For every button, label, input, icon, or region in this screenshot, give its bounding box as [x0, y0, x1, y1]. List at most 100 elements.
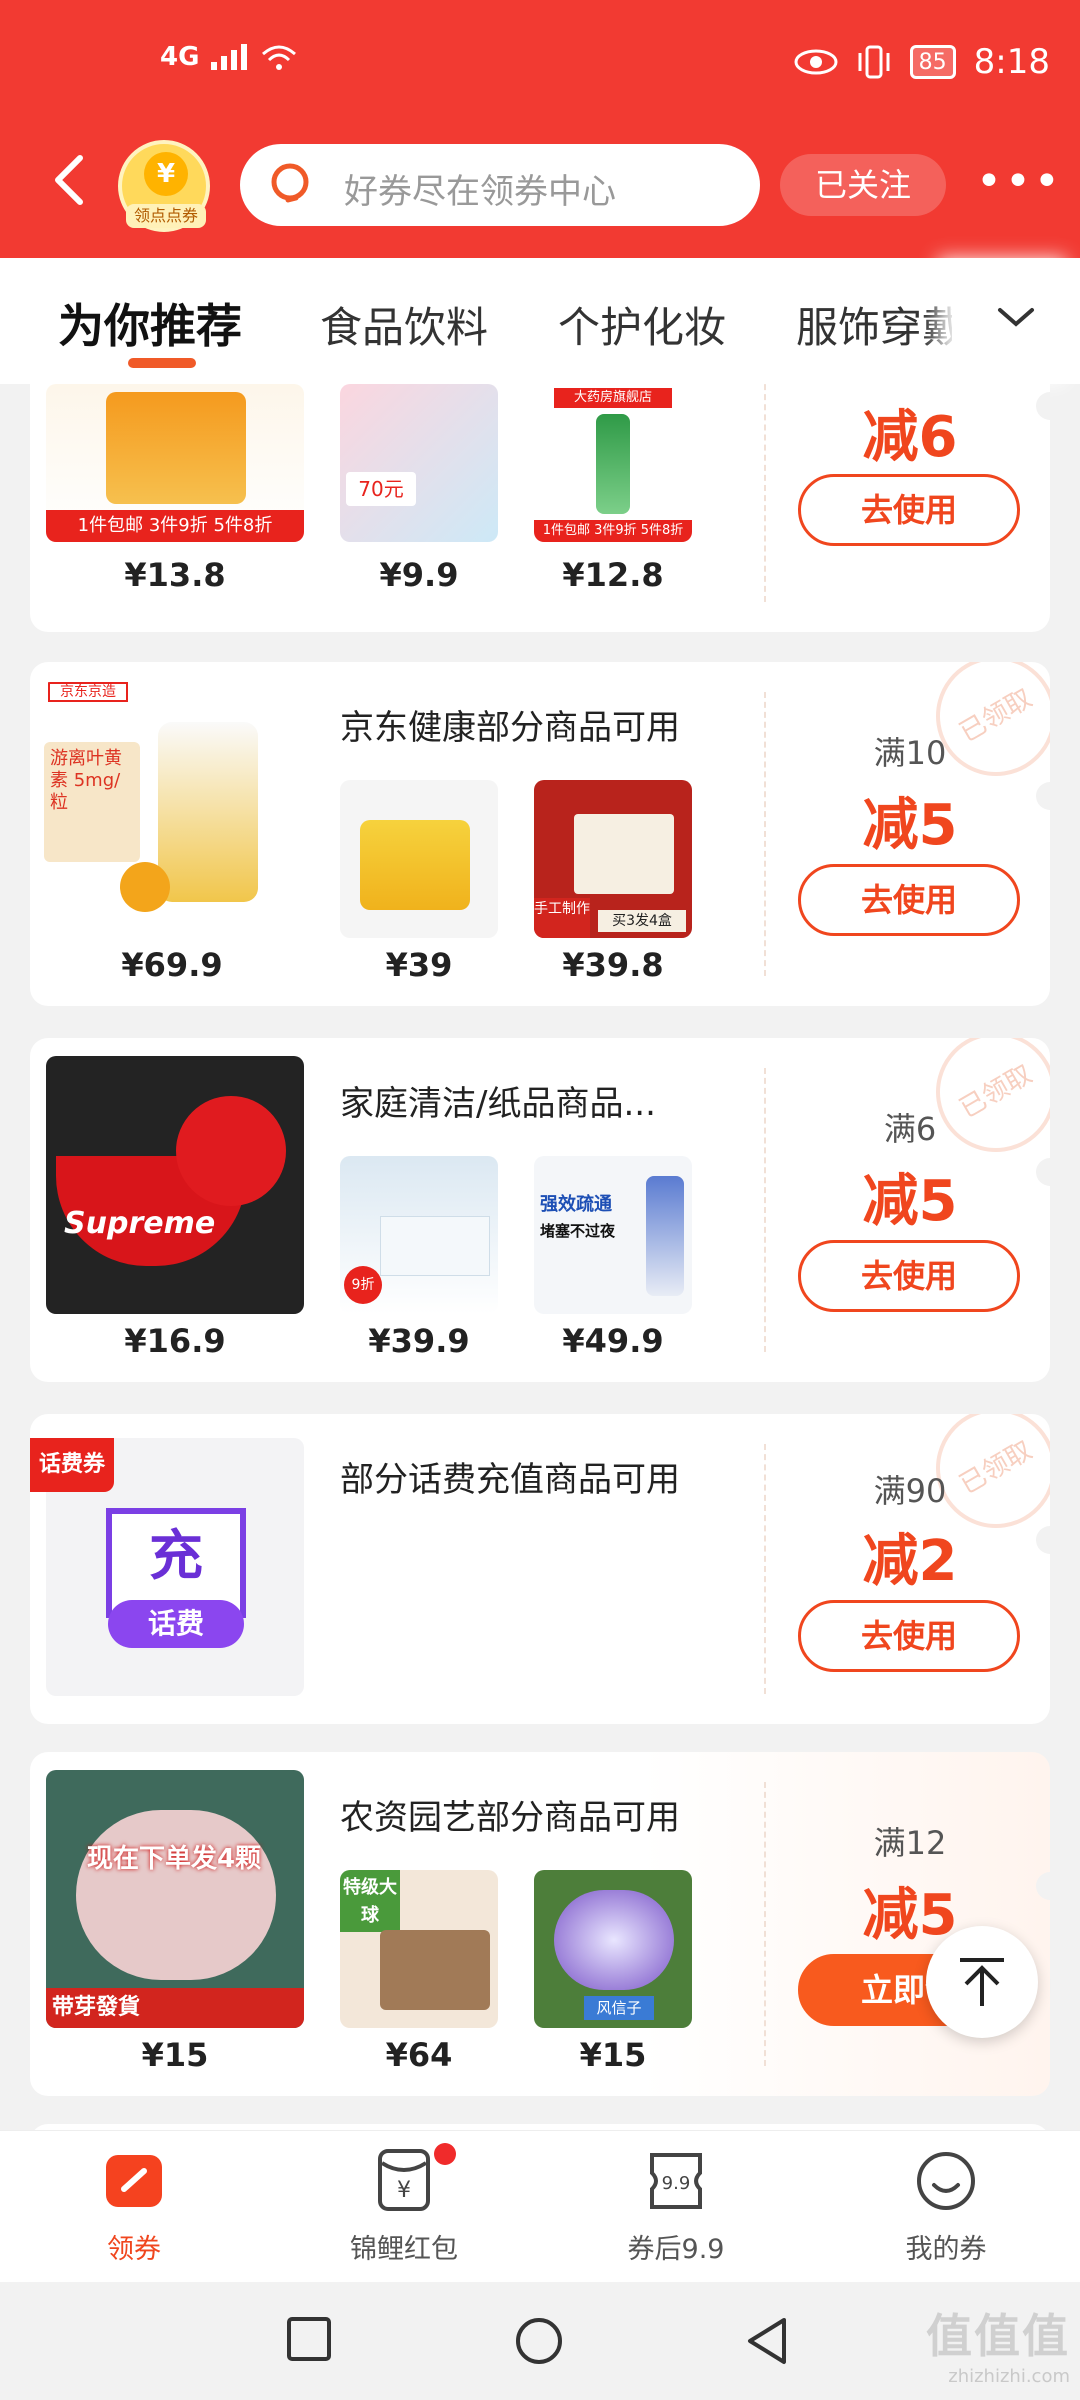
- nav-my-coupons[interactable]: 我的券: [856, 2149, 1036, 2266]
- top-bar: ¥ 领点点券 好券尽在领券中心 已关注 •••: [0, 140, 1080, 232]
- product-headline: 强效疏通: [540, 1194, 612, 1215]
- ticket-notch: [1036, 1158, 1050, 1186]
- coupon-card: 现在下单发4颗 带芽發貨 农资园艺部分商品可用 特级大球 风信子 ¥15 ¥64…: [30, 1752, 1050, 2096]
- bulbs-graphic: [76, 1810, 276, 1980]
- product-price: ¥39.9: [368, 1322, 470, 1360]
- tab-active-indicator: [128, 358, 196, 368]
- status-right: 85 8:18: [794, 42, 1050, 82]
- search-bar[interactable]: 好券尽在领券中心: [240, 144, 760, 226]
- product-image-basin[interactable]: Supreme: [46, 1056, 304, 1314]
- brand-text: Supreme: [64, 1206, 216, 1241]
- tab-recommended[interactable]: 为你推荐: [58, 290, 242, 356]
- nav-red-packet[interactable]: ¥ 锦鲤红包: [314, 2143, 494, 2266]
- status-bar: 4G 85 8:18: [0, 0, 1080, 130]
- chevron-down-icon: [998, 308, 1034, 327]
- coupon-discount: 减5: [862, 793, 958, 858]
- package-graphic: [360, 820, 470, 910]
- discount-badge: 9折: [344, 1266, 382, 1304]
- product-price: ¥12.8: [562, 556, 664, 594]
- arrow-up-icon: [960, 1958, 1004, 2006]
- promo-strip: 1件包邮 3件9折 5件8折: [46, 510, 304, 542]
- back-icon[interactable]: [744, 2316, 790, 2366]
- product-image-hyacinth[interactable]: 风信子: [534, 1870, 692, 2028]
- product-price: ¥9.9: [379, 556, 459, 594]
- product-price: ¥13.8: [124, 556, 226, 594]
- bottle-graphic: [646, 1176, 684, 1296]
- use-coupon-button[interactable]: 去使用: [798, 474, 1020, 546]
- notification-dot: [434, 2143, 456, 2165]
- clock: 8:18: [973, 42, 1050, 82]
- tab-personal-care[interactable]: 个护化妆: [558, 294, 726, 355]
- more-menu-icon[interactable]: •••: [976, 160, 1060, 210]
- product-image-drain-cleaner[interactable]: 强效疏通 堵塞不过夜: [534, 1156, 692, 1314]
- tab-food-drinks[interactable]: 食品饮料: [320, 294, 488, 355]
- back-button[interactable]: [50, 150, 110, 220]
- wifi-icon: [262, 45, 297, 70]
- product-price: ¥39.8: [562, 946, 664, 984]
- follow-button[interactable]: 已关注: [780, 154, 946, 216]
- jar-graphic: [106, 392, 246, 504]
- use-coupon-button[interactable]: 去使用: [798, 864, 1020, 936]
- ticket-notch: [1036, 1526, 1050, 1554]
- phone-credit-badge: 话费券: [30, 1438, 114, 1492]
- promo-strip: 带芽發貨: [46, 1988, 304, 2028]
- svg-text:¥: ¥: [397, 2178, 411, 2203]
- product-image-lily-bulbs[interactable]: 现在下单发4颗 带芽發貨: [46, 1770, 304, 2028]
- red-packet-icon: ¥: [372, 2143, 456, 2213]
- coupon-title: 家庭清洁/纸品商品...: [340, 1084, 656, 1124]
- coin-icon: ¥: [144, 152, 188, 196]
- product-caption: 游离叶黄素 5mg/粒: [44, 742, 140, 862]
- tabs-expand-button[interactable]: [952, 258, 1080, 384]
- tissue-graphic: [380, 1216, 490, 1276]
- watermark: 值值值 zhizhizhi.com: [926, 2300, 1070, 2387]
- card-divider: [764, 1782, 766, 2066]
- coupon-discount: 减6: [862, 405, 958, 470]
- handmade-label: 手工制作: [534, 898, 590, 938]
- chevron-left-icon: [55, 155, 83, 205]
- use-coupon-button[interactable]: 去使用: [798, 1600, 1020, 1672]
- product-image-medicine[interactable]: 大药房旗舰店 1件包邮 3件9折 5件8折: [534, 384, 692, 542]
- product-image-bulb-box[interactable]: 特级大球: [340, 1870, 498, 2028]
- network-status: 4G: [160, 42, 299, 72]
- home-icon[interactable]: [514, 2316, 564, 2366]
- price-tag-icon: 9.9: [644, 2149, 708, 2213]
- product-price: ¥39: [385, 946, 453, 984]
- nav-label: 领券: [107, 2234, 161, 2265]
- ticket-notch: [1036, 392, 1050, 420]
- watermark-logo: 值值值: [926, 2309, 1070, 2363]
- network-label: 4G: [160, 42, 200, 72]
- coupon-card: 已领取 充 话费 话费券 部分话费充值商品可用 满90 减2 去使用: [30, 1414, 1050, 1724]
- giftbox-graphic: [574, 814, 674, 894]
- product-subline: 堵塞不过夜: [540, 1222, 616, 1240]
- nav-label: 我的券: [905, 2234, 987, 2265]
- coupon-card: 已领取 Supreme 家庭清洁/纸品商品... 9折 强效疏通 堵塞不过夜 ¥…: [30, 1038, 1050, 1382]
- promo-label: 买3发4盒: [598, 910, 686, 932]
- brand-label: 京东京造: [48, 682, 128, 702]
- basin-lid-graphic: [176, 1096, 286, 1206]
- back-to-top-button[interactable]: [926, 1926, 1038, 2038]
- bottle-graphic: [596, 414, 630, 514]
- product-image-giftbox[interactable]: 手工制作 买3发4盒: [534, 780, 692, 938]
- product-image-tissue[interactable]: 9折: [340, 1156, 498, 1314]
- product-image-lutein[interactable]: 京东京造 游离叶黄素 5mg/粒: [40, 682, 304, 922]
- battery-indicator: 85: [909, 45, 956, 79]
- product-image-skincare[interactable]: 70元: [340, 384, 498, 542]
- product-price: ¥64: [385, 2036, 453, 2074]
- points-coupon-badge[interactable]: ¥ 领点点券: [118, 140, 210, 232]
- recent-apps-icon[interactable]: [286, 2316, 332, 2362]
- ticket-notch: [1036, 1872, 1050, 1900]
- coupon-condition: 满90: [873, 1472, 947, 1510]
- nav-coupons[interactable]: 领券: [44, 2149, 224, 2266]
- watermark-url: zhizhizhi.com: [948, 2366, 1070, 2387]
- bulbs-box-graphic: [380, 1930, 490, 2010]
- tab-apparel[interactable]: 服饰穿戴: [796, 294, 964, 355]
- coupon-discount: 减5: [862, 1169, 958, 1234]
- price-tag: 70元: [346, 472, 416, 506]
- flowers-graphic: [554, 1890, 674, 1990]
- coupon-list[interactable]: 1件包邮 3件9折 5件8折 70元 大药房旗舰店 1件包邮 3件9折 5件8折…: [0, 384, 1080, 2130]
- nav-after-coupon-9-9[interactable]: 9.9 券后9.9: [586, 2149, 766, 2266]
- product-image-mask[interactable]: [340, 780, 498, 938]
- use-coupon-button[interactable]: 去使用: [798, 1240, 1020, 1312]
- coupon-title: 京东健康部分商品可用: [340, 708, 680, 748]
- product-image-vaseline[interactable]: 1件包邮 3件9折 5件8折: [46, 384, 304, 542]
